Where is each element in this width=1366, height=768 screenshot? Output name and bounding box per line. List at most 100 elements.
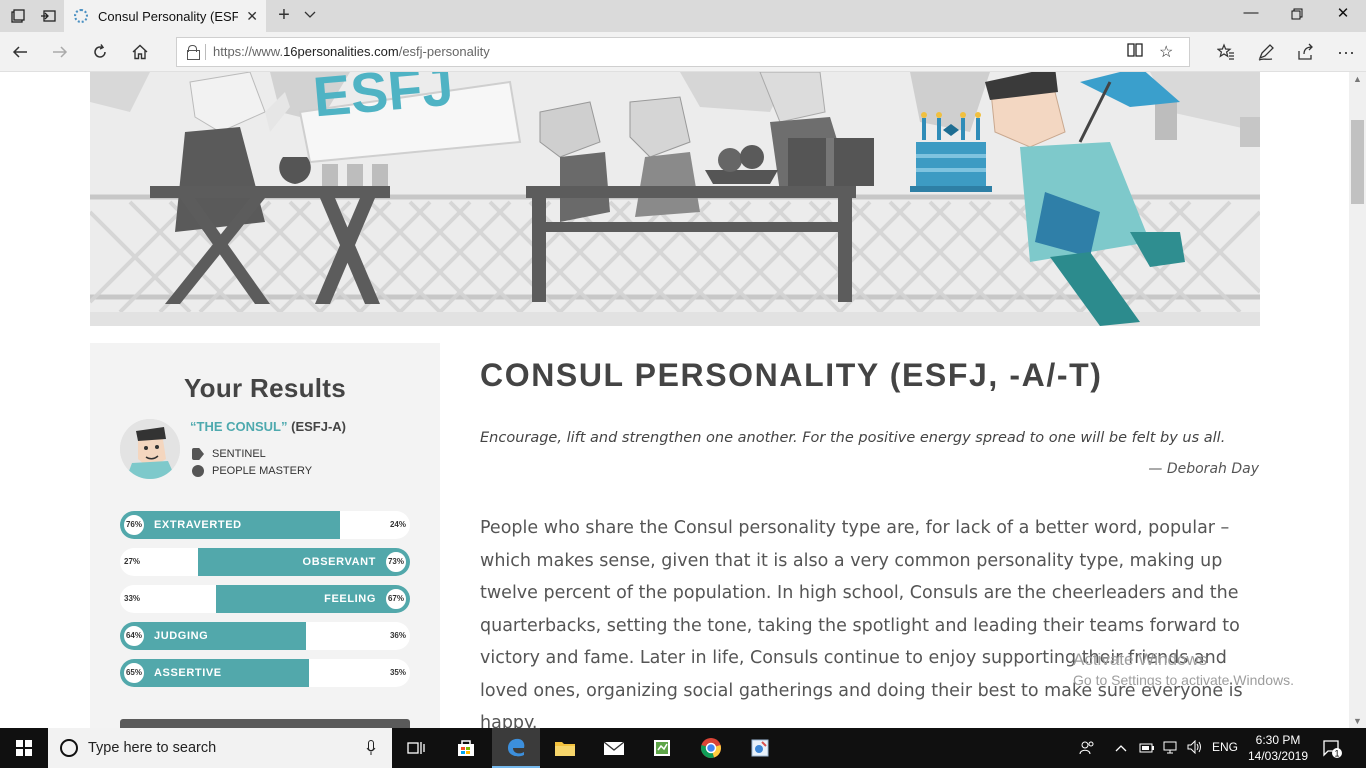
trait-label: EXTRAVERTED [154,519,242,531]
tab-close-icon[interactable]: ✕ [246,8,258,25]
page-title: CONSUL PERSONALITY (ESFJ, -A/-T) [480,357,1103,393]
store-icon[interactable] [442,728,490,768]
back-icon[interactable] [8,40,32,64]
start-button[interactable] [0,728,48,768]
clock-date: 14/03/2019 [1247,749,1309,763]
trait-bar-extraverted[interactable]: 76% EXTRAVERTED 24% [120,511,410,539]
type-quote-name[interactable]: “THE CONSUL” [190,419,288,434]
watermark-title: Activate Windows [1073,650,1208,669]
your-results-heading: Your Results [183,373,347,403]
minimize-icon[interactable]: — [1228,4,1274,28]
results-sidebar: Your Results “THE CONSUL” (ESFJ-A) SENTI… [90,343,440,728]
browser-tab-bar: Consul Personality (ESFJ ✕ + — ✕ [0,0,1366,32]
quote-author: — Deborah Day [1148,461,1259,477]
windows-logo-icon [16,740,32,756]
tray-chevron-up-icon[interactable] [1115,740,1127,755]
type-name: “THE CONSUL” (ESFJ-A) [190,419,346,434]
site-favicon-icon [74,9,88,23]
tab-list-chevron-icon[interactable] [304,6,316,22]
web-notes-pen-icon[interactable] [1254,40,1278,64]
trait-opposite-percent: 36% [389,631,406,640]
favorite-star-icon[interactable]: ☆ [1159,42,1173,62]
url-domain: 16personalities.com [283,44,399,59]
paint-icon[interactable] [736,728,784,768]
search-placeholder: Type here to search [88,740,217,756]
trait-label: ASSERTIVE [154,667,222,679]
scroll-thumb[interactable] [1351,120,1364,204]
watermark-subtitle: Go to Settings to activate Windows. [1073,672,1294,688]
system-clock[interactable]: 6:30 PM 14/03/2019 [1245,732,1311,764]
page-scrollbar[interactable]: ▲ ▼ [1349,72,1366,728]
trait-percent: 76% [122,513,146,537]
file-explorer-icon[interactable] [541,728,589,768]
strategy-label[interactable]: PEOPLE MASTERY [212,465,312,477]
trait-bar-feeling[interactable]: 67% FEELING 33% [120,585,410,613]
new-tab-icon[interactable]: + [272,4,296,27]
browser-toolbar: https://www.16personalities.com/esfj-per… [0,32,1366,72]
task-view-icon[interactable] [392,728,440,768]
share-icon[interactable] [1294,40,1318,64]
chrome-icon[interactable] [687,728,735,768]
volume-icon[interactable] [1187,739,1203,757]
strategy-icon [192,465,204,477]
close-window-icon[interactable]: ✕ [1320,4,1366,28]
role-label[interactable]: SENTINEL [212,448,266,460]
language-indicator[interactable]: ENG [1212,740,1238,754]
forward-icon[interactable] [48,40,72,64]
taskbar-search-box[interactable]: Type here to search [48,728,392,768]
url-path: /esfj-personality [398,44,490,59]
consul-avatar [120,419,180,479]
lock-icon[interactable] [187,45,200,60]
address-bar[interactable]: https://www.16personalities.com/esfj-per… [176,37,1190,67]
microphone-icon[interactable] [366,740,376,760]
scroll-down-arrow-icon[interactable]: ▼ [1353,716,1362,726]
trait-opposite-percent: 24% [389,520,406,529]
more-options-icon[interactable]: ··· [1334,40,1358,64]
cortana-icon [60,739,78,757]
url-prefix: https://www. [213,44,284,59]
home-icon[interactable] [128,40,152,64]
tab-title: Consul Personality (ESFJ [98,8,238,24]
project-app-icon[interactable] [638,728,686,768]
strategy-row: PEOPLE MASTERY [192,465,312,477]
refresh-icon[interactable] [88,40,112,64]
action-center-icon[interactable]: 1 [1322,738,1342,759]
tab-actions-icon[interactable] [8,6,28,26]
notification-count: 1 [1334,749,1339,759]
url-text[interactable]: https://www.16personalities.com/esfj-per… [213,44,490,59]
trait-bar-observant[interactable]: 73% OBSERVANT 27% [120,548,410,576]
scroll-up-arrow-icon[interactable]: ▲ [1353,74,1362,84]
trait-bar-assertive[interactable]: 65% ASSERTIVE 35% [120,659,410,687]
trait-opposite-percent: 27% [124,557,141,566]
role-row: SENTINEL [192,448,266,460]
hero-illustration: ESFJ [90,72,1260,326]
mail-icon[interactable] [590,728,638,768]
url-separator [205,44,206,60]
type-code: (ESFJ-A) [291,419,347,434]
quote-text: Encourage, lift and strengthen one anoth… [480,430,1226,446]
activate-windows-watermark: Activate Windows Go to Settings to activ… [1073,650,1294,688]
favorites-hub-icon[interactable] [1214,40,1238,64]
sidebar-action-button[interactable] [120,719,410,728]
reading-view-icon[interactable] [1127,42,1143,63]
trait-percent: 73% [384,550,408,574]
trait-percent: 67% [384,587,408,611]
people-icon[interactable] [1079,740,1095,759]
trait-percent: 64% [122,624,146,648]
network-icon[interactable] [1163,740,1179,757]
windows-taskbar: Type here to search ENG 6:30 PM 14/03/20… [0,728,1366,768]
tag-icon [192,448,204,460]
trait-label: JUDGING [154,630,209,642]
set-tabs-aside-icon[interactable] [38,6,58,26]
clock-time: 6:30 PM [1255,733,1301,747]
trait-opposite-percent: 35% [389,668,406,677]
trait-bar-judging[interactable]: 64% JUDGING 36% [120,622,410,650]
trait-bar-fill [120,622,306,650]
tab-active[interactable]: Consul Personality (ESFJ ✕ [64,0,266,32]
restore-icon[interactable] [1274,4,1320,28]
trait-label: OBSERVANT [302,556,376,568]
trait-bar-fill [216,585,410,613]
battery-icon[interactable] [1139,740,1155,757]
edge-browser-icon[interactable] [492,728,540,768]
trait-opposite-percent: 33% [124,594,141,603]
